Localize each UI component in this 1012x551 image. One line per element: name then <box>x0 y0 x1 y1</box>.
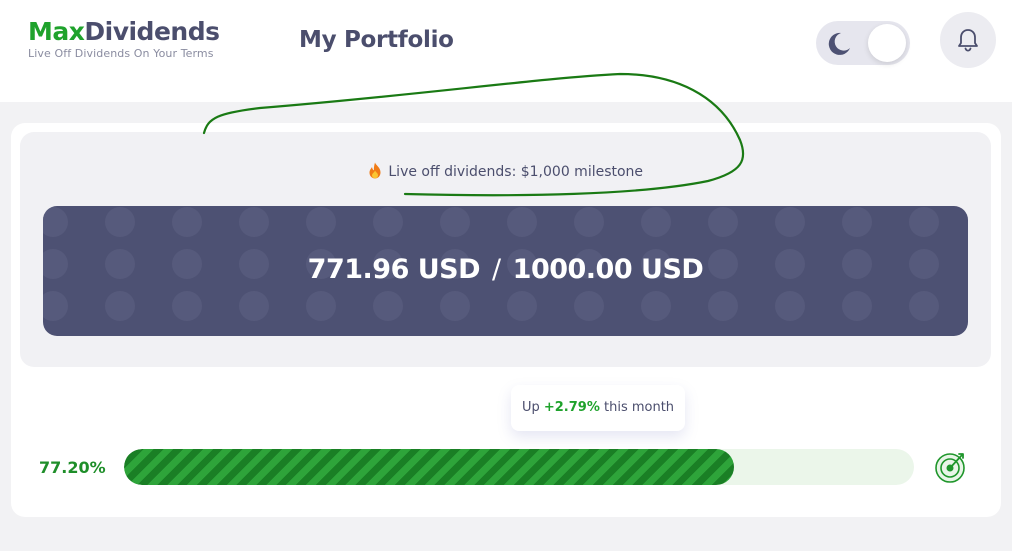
bell-icon <box>958 29 978 52</box>
tooltip-suffix: this month <box>604 400 675 415</box>
theme-toggle[interactable] <box>816 21 910 65</box>
milestone-label-text: Live off dividends: $1,000 milestone <box>388 164 644 180</box>
brand-name-max: Max <box>28 17 85 46</box>
brand-logo[interactable]: MaxDividends Live Off Dividends On Your … <box>28 18 220 61</box>
moon-icon <box>828 32 850 55</box>
progress-bar-fill <box>124 449 734 485</box>
page-title: My Portfolio <box>299 27 454 53</box>
progress-bar <box>124 449 914 485</box>
brand-tagline: Live Off Dividends On Your Terms <box>28 47 214 60</box>
milestone-amount-box: 771.96 USD / 1000.00 USD <box>43 206 968 336</box>
milestone-amount: 771.96 USD / 1000.00 USD <box>43 254 968 285</box>
amount-separator: / <box>492 254 501 285</box>
current-amount: 771.96 USD <box>307 254 481 285</box>
progress-percent: 77.20% <box>39 458 106 477</box>
top-bar: MaxDividends Live Off Dividends On Your … <box>0 0 1012 102</box>
brand-name: MaxDividends <box>28 18 220 46</box>
monthly-change-tooltip: Up +2.79% this month <box>511 385 685 431</box>
target-icon[interactable] <box>934 450 968 484</box>
theme-toggle-knob[interactable] <box>868 24 906 62</box>
milestone-label: Live off dividends: $1,000 milestone <box>20 162 991 180</box>
notifications-button[interactable] <box>940 12 996 68</box>
milestone-panel: Live off dividends: $1,000 milestone 771… <box>20 132 991 367</box>
fire-icon <box>369 162 381 179</box>
target-amount: 1000.00 USD <box>512 254 704 285</box>
monthly-change-value: +2.79% <box>543 400 600 415</box>
brand-name-dividends: Dividends <box>84 17 220 46</box>
portfolio-milestone-card: Live off dividends: $1,000 milestone 771… <box>11 123 1001 517</box>
tooltip-prefix: Up <box>521 400 540 415</box>
